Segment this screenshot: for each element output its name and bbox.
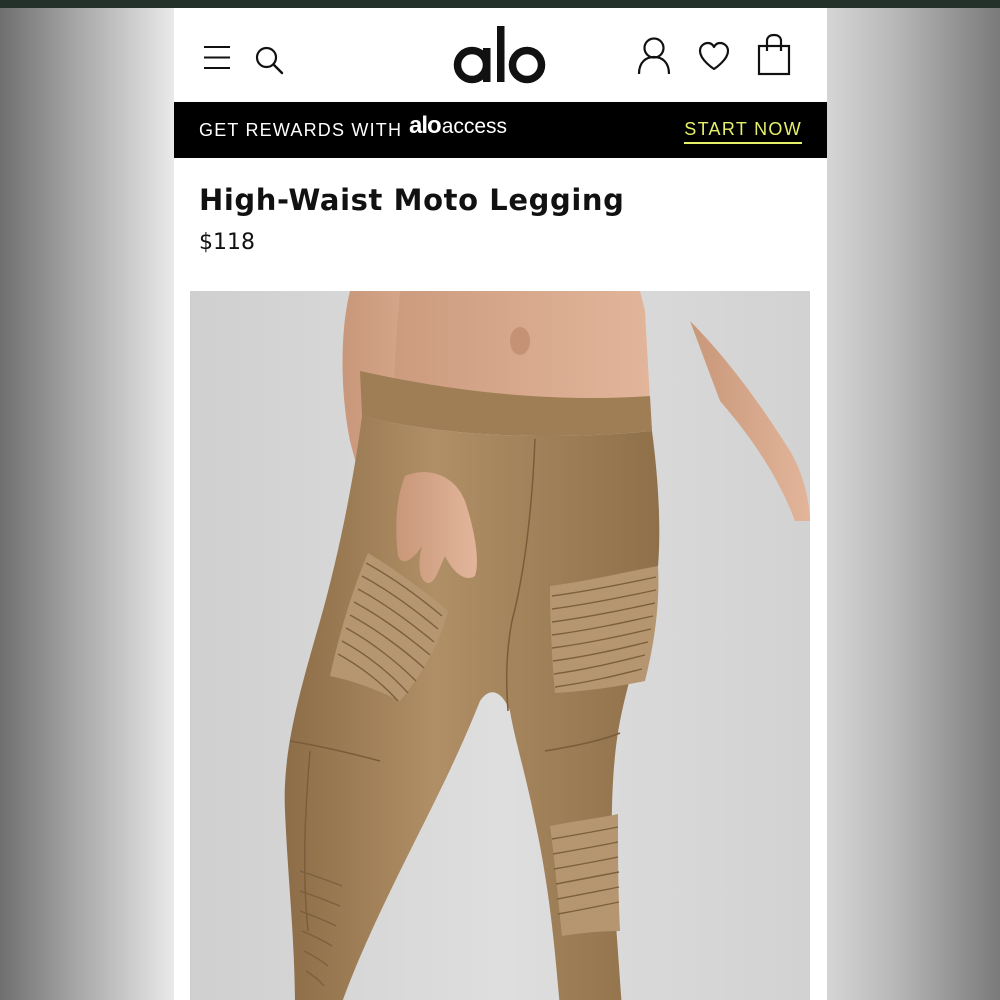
shopping-bag-icon[interactable] <box>757 33 791 81</box>
phone-screen: GET REWARDS WITH alo access START NOW Hi… <box>174 8 827 1000</box>
rewards-banner: GET REWARDS WITH alo access START NOW <box>174 102 827 158</box>
alo-access-logo-light: access <box>441 115 508 138</box>
product-price: $118 <box>199 230 255 255</box>
status-strip <box>0 0 1000 8</box>
account-icon[interactable] <box>636 36 672 80</box>
product-title: High-Waist Moto Legging <box>199 183 625 217</box>
wishlist-heart-icon[interactable] <box>697 40 731 76</box>
brand-logo[interactable] <box>444 18 554 88</box>
search-icon[interactable] <box>254 45 286 81</box>
alo-access-logo: alo access <box>409 112 507 140</box>
menu-icon[interactable] <box>202 44 232 76</box>
site-header <box>174 8 827 102</box>
product-image[interactable] <box>190 291 810 1000</box>
alo-access-logo-bold: alo <box>409 112 442 139</box>
rewards-text: GET REWARDS WITH <box>199 120 403 140</box>
start-now-link[interactable]: START NOW <box>684 119 802 144</box>
